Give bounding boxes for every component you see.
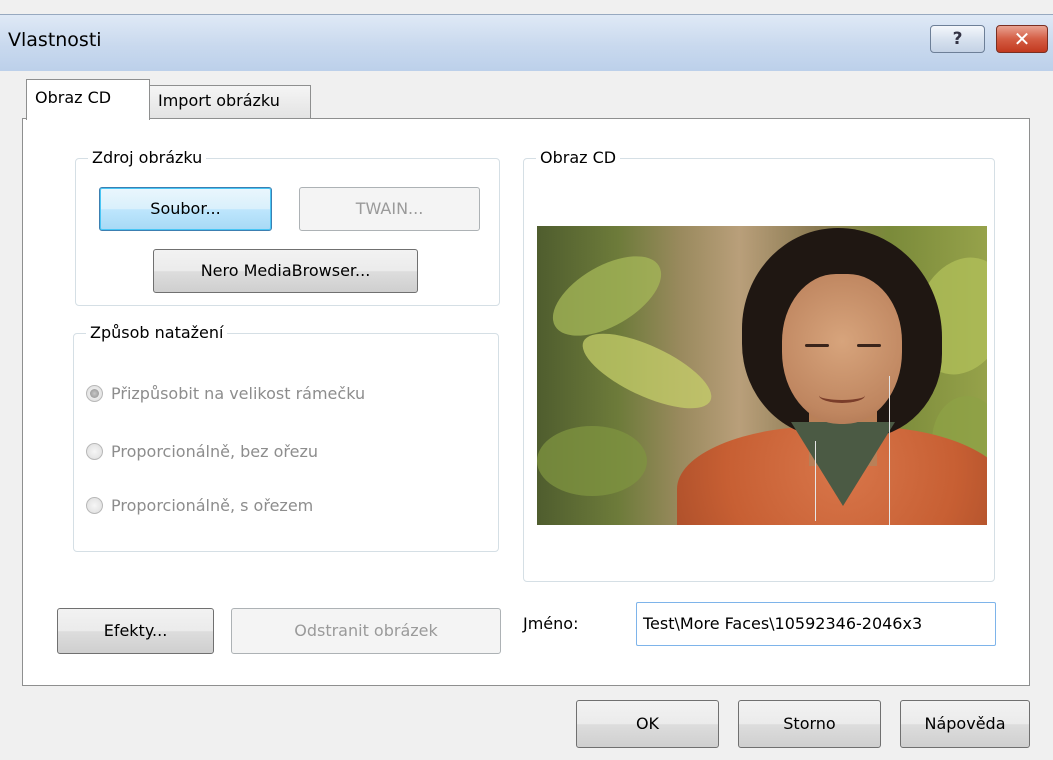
close-button[interactable]: ✕ xyxy=(996,25,1048,53)
radio-unchecked-icon xyxy=(86,496,103,514)
window-title: Vlastnosti xyxy=(8,29,102,51)
radio-fit-frame[interactable]: Přizpůsobit na velikost rámečku xyxy=(86,379,365,407)
properties-dialog: Vlastnosti ? ✕ Obraz CD Import obrázku Z… xyxy=(0,0,1053,760)
radio-proportional-no-crop[interactable]: Proporcionálně, bez ořezu xyxy=(86,437,318,465)
radio-proportional-crop[interactable]: Proporcionálně, s ořezem xyxy=(86,491,313,519)
close-icon: ✕ xyxy=(1013,27,1031,51)
radio-fit-frame-label: Přizpůsobit na velikost rámečku xyxy=(111,383,366,403)
name-label: Jméno: xyxy=(523,614,579,633)
ok-button[interactable]: OK xyxy=(576,700,719,748)
title-bar[interactable]: Vlastnosti ? ✕ xyxy=(0,14,1053,71)
preview-label: Obraz CD xyxy=(536,147,621,169)
radio-unchecked-icon xyxy=(86,442,103,460)
effects-button[interactable]: Efekty... xyxy=(57,608,214,654)
twain-button[interactable]: TWAIN... xyxy=(299,187,480,231)
tab-import-obrazku[interactable]: Import obrázku xyxy=(149,85,311,119)
media-browser-button[interactable]: Nero MediaBrowser... xyxy=(153,249,418,293)
tab-obraz-cd[interactable]: Obraz CD xyxy=(26,79,150,120)
remove-image-button[interactable]: Odstranit obrázek xyxy=(231,608,501,654)
radio-proportional-crop-label: Proporcionálně, s ořezem xyxy=(111,495,314,515)
image-source-label: Zdroj obrázku xyxy=(88,147,207,169)
radio-proportional-no-crop-label: Proporcionálně, bez ořezu xyxy=(111,441,319,461)
radio-checked-icon xyxy=(86,384,103,402)
help-caption-button[interactable]: ? xyxy=(930,25,985,53)
cancel-button[interactable]: Storno xyxy=(738,700,881,748)
name-field[interactable]: Test\More Faces\10592346-2046x3 xyxy=(636,602,996,646)
help-button[interactable]: Nápověda xyxy=(900,700,1030,748)
stretch-mode-label: Způsob natažení xyxy=(86,322,228,344)
preview-image xyxy=(537,226,987,525)
file-button[interactable]: Soubor... xyxy=(99,187,272,231)
